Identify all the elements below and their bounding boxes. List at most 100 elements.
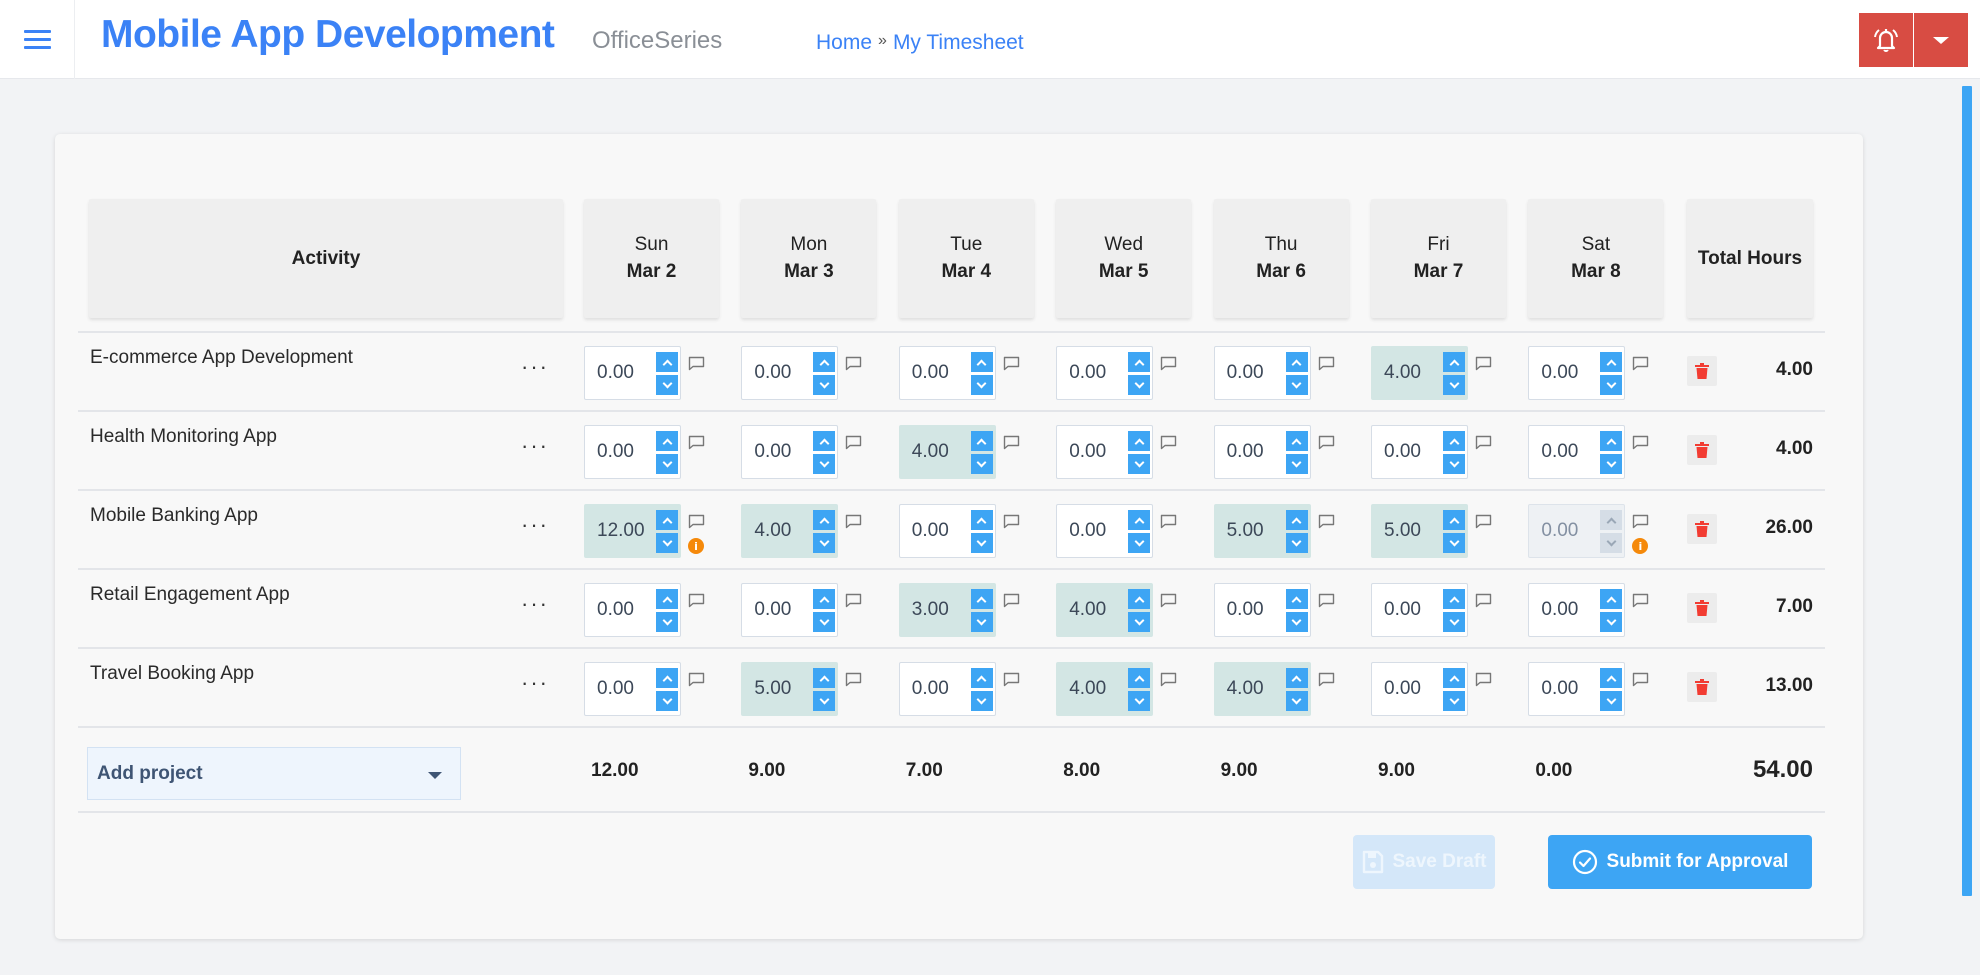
comment-icon[interactable] xyxy=(1160,435,1177,450)
comment-icon[interactable] xyxy=(1003,514,1020,529)
comment-icon[interactable] xyxy=(1475,514,1492,529)
decrement-button[interactable] xyxy=(1128,612,1151,632)
decrement-button[interactable] xyxy=(970,533,993,553)
increment-button[interactable] xyxy=(813,668,836,688)
comment-icon[interactable] xyxy=(1003,593,1020,608)
increment-button[interactable] xyxy=(1443,431,1465,451)
comment-icon[interactable] xyxy=(688,435,705,450)
increment-button[interactable] xyxy=(1600,352,1623,372)
submit-for-approval-button[interactable]: Submit for Approval xyxy=(1548,835,1812,889)
increment-button[interactable] xyxy=(1285,668,1308,688)
comment-icon[interactable] xyxy=(1475,593,1492,608)
decrement-button[interactable] xyxy=(1285,612,1308,632)
decrement-button[interactable] xyxy=(1443,375,1465,395)
comment-icon[interactable] xyxy=(1318,514,1335,529)
comment-icon[interactable] xyxy=(845,514,862,529)
increment-button[interactable] xyxy=(656,510,678,530)
decrement-button[interactable] xyxy=(1128,454,1151,474)
hours-input[interactable]: 0.00 xyxy=(1528,583,1626,637)
decrement-button[interactable] xyxy=(656,533,678,553)
notifications-button[interactable] xyxy=(1859,13,1913,67)
delete-row-button[interactable] xyxy=(1687,435,1717,465)
warning-info-icon[interactable]: i xyxy=(1632,538,1649,554)
increment-button[interactable] xyxy=(1128,431,1151,451)
increment-button[interactable] xyxy=(1443,510,1465,530)
decrement-button[interactable] xyxy=(1128,691,1151,711)
decrement-button[interactable] xyxy=(1600,691,1623,711)
comment-icon[interactable] xyxy=(688,672,705,687)
hours-input[interactable]: 0.00 xyxy=(1528,425,1626,479)
hours-input[interactable]: 4.00 xyxy=(1056,662,1154,716)
comment-icon[interactable] xyxy=(1475,356,1492,371)
hours-input[interactable]: 0.00 xyxy=(898,662,996,716)
increment-button[interactable] xyxy=(1600,431,1623,451)
increment-button[interactable] xyxy=(813,589,836,609)
decrement-button[interactable] xyxy=(813,375,836,395)
increment-button[interactable] xyxy=(1128,668,1151,688)
decrement-button[interactable] xyxy=(1285,375,1308,395)
decrement-button[interactable] xyxy=(1443,612,1465,632)
increment-button[interactable] xyxy=(970,431,993,451)
comment-icon[interactable] xyxy=(1632,435,1649,450)
increment-button[interactable] xyxy=(1285,352,1308,372)
more-options-button[interactable]: ··· xyxy=(520,353,550,381)
decrement-button[interactable] xyxy=(1600,612,1623,632)
warning-info-icon[interactable]: i xyxy=(688,538,704,554)
increment-button[interactable] xyxy=(1443,668,1465,688)
breadcrumb-my-timesheet[interactable]: My Timesheet xyxy=(893,31,1024,55)
decrement-button[interactable] xyxy=(1285,533,1308,553)
decrement-button[interactable] xyxy=(1600,375,1623,395)
decrement-button[interactable] xyxy=(1443,533,1465,553)
hours-input[interactable]: 0.00 xyxy=(1371,425,1468,479)
comment-icon[interactable] xyxy=(688,356,705,371)
more-options-button[interactable]: ··· xyxy=(520,669,550,697)
increment-button[interactable] xyxy=(1128,352,1151,372)
decrement-button[interactable] xyxy=(1443,454,1465,474)
more-options-button[interactable]: ··· xyxy=(520,511,550,539)
decrement-button[interactable] xyxy=(813,612,836,632)
comment-icon[interactable] xyxy=(1160,356,1177,371)
decrement-button[interactable] xyxy=(656,691,678,711)
hours-input[interactable]: 0.00 xyxy=(1213,425,1311,479)
decrement-button[interactable] xyxy=(1128,533,1151,553)
more-options-button[interactable]: ··· xyxy=(520,590,550,618)
increment-button[interactable] xyxy=(1600,589,1623,609)
hours-input[interactable]: 0.00 xyxy=(1528,346,1626,400)
hours-input[interactable]: 0.00 xyxy=(1213,583,1311,637)
hours-input[interactable]: 0.00 xyxy=(741,346,839,400)
delete-row-button[interactable] xyxy=(1687,593,1717,623)
delete-row-button[interactable] xyxy=(1687,514,1717,544)
hours-input[interactable]: 5.00 xyxy=(741,662,839,716)
hours-input[interactable]: 0.00 xyxy=(898,504,996,558)
hours-input[interactable]: 4.00 xyxy=(1371,346,1468,400)
decrement-button[interactable] xyxy=(813,533,836,553)
decrement-button[interactable] xyxy=(1285,691,1308,711)
delete-row-button[interactable] xyxy=(1687,672,1717,702)
hours-input[interactable]: 0.00 xyxy=(584,662,681,716)
comment-icon[interactable] xyxy=(1003,356,1020,371)
decrement-button[interactable] xyxy=(813,454,836,474)
hours-input[interactable]: 3.00 xyxy=(898,583,996,637)
hours-input[interactable]: 4.00 xyxy=(1056,583,1154,637)
comment-icon[interactable] xyxy=(1318,435,1335,450)
comment-icon[interactable] xyxy=(1318,356,1335,371)
comment-icon[interactable] xyxy=(688,593,705,608)
hours-input[interactable]: 5.00 xyxy=(1371,504,1468,558)
decrement-button[interactable] xyxy=(970,454,993,474)
increment-button[interactable] xyxy=(1285,431,1308,451)
hours-input[interactable]: 4.00 xyxy=(1213,662,1311,716)
comment-icon[interactable] xyxy=(1475,672,1492,687)
comment-icon[interactable] xyxy=(1318,593,1335,608)
hours-input[interactable]: 0.00 xyxy=(584,425,681,479)
decrement-button[interactable] xyxy=(1285,454,1308,474)
comment-icon[interactable] xyxy=(1003,435,1020,450)
comment-icon[interactable] xyxy=(1003,672,1020,687)
increment-button[interactable] xyxy=(656,668,678,688)
menu-button[interactable] xyxy=(0,0,75,79)
increment-button[interactable] xyxy=(1443,352,1465,372)
hours-input[interactable]: 5.00 xyxy=(1213,504,1311,558)
hours-input[interactable]: 0.00 xyxy=(1056,504,1154,558)
decrement-button[interactable] xyxy=(970,691,993,711)
comment-icon[interactable] xyxy=(688,514,705,529)
comment-icon[interactable] xyxy=(1632,593,1649,608)
